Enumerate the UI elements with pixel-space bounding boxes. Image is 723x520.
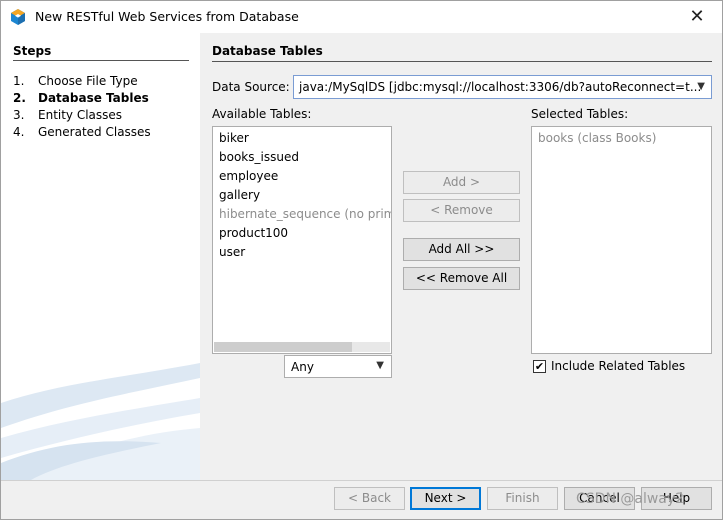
include-related-checkbox[interactable]: ✔ bbox=[533, 360, 546, 373]
list-item[interactable]: books (class Books) bbox=[538, 131, 656, 145]
step-label: Choose File Type bbox=[38, 74, 138, 88]
list-item[interactable]: user bbox=[219, 245, 245, 259]
table-filter-select[interactable]: Any ▼ bbox=[284, 355, 392, 378]
step-item-entity-classes: 3. Entity Classes bbox=[13, 108, 122, 122]
list-item[interactable]: books_issued bbox=[219, 150, 299, 164]
back-button[interactable]: < Back bbox=[334, 487, 405, 510]
watermark-text: CSDN @alway2 bbox=[576, 491, 685, 507]
chevron-down-icon: ▼ bbox=[697, 81, 705, 92]
footer-divider bbox=[1, 480, 722, 481]
netbeans-cube-icon bbox=[9, 8, 27, 26]
step-number: 2. bbox=[13, 91, 26, 105]
steps-panel: Steps 1. Choose File Type 2. Database Tabl… bbox=[1, 33, 200, 480]
chevron-down-icon: ▼ bbox=[376, 360, 384, 371]
next-button[interactable]: Next > bbox=[410, 487, 481, 510]
horizontal-scrollbar[interactable] bbox=[214, 342, 390, 352]
data-source-value: java:/MySqlDS [jdbc:mysql://localhost:33… bbox=[299, 80, 702, 94]
data-source-label: Data Source: bbox=[212, 80, 290, 94]
step-label: Database Tables bbox=[38, 91, 149, 105]
table-filter-value: Any bbox=[291, 360, 314, 374]
page-title: Database Tables bbox=[212, 44, 323, 58]
step-number: 3. bbox=[13, 108, 25, 122]
available-tables-label: Available Tables: bbox=[212, 107, 312, 121]
list-item[interactable]: gallery bbox=[219, 188, 260, 202]
selected-tables-list[interactable]: books (class Books) bbox=[531, 126, 712, 354]
step-number: 1. bbox=[13, 74, 25, 88]
remove-button[interactable]: < Remove bbox=[403, 199, 520, 222]
list-item[interactable]: hibernate_sequence (no primary key) bbox=[219, 207, 391, 221]
checkmark-icon: ✔ bbox=[534, 360, 545, 373]
available-tables-list[interactable]: biker books_issued employee gallery hibe… bbox=[212, 126, 392, 354]
step-label: Generated Classes bbox=[38, 125, 151, 139]
list-item[interactable]: biker bbox=[219, 131, 249, 145]
add-button[interactable]: Add > bbox=[403, 171, 520, 194]
list-item[interactable]: product100 bbox=[219, 226, 288, 240]
remove-all-button[interactable]: << Remove All bbox=[403, 267, 520, 290]
include-related-label[interactable]: Include Related Tables bbox=[551, 359, 685, 373]
add-all-button[interactable]: Add All >> bbox=[403, 238, 520, 261]
data-source-select[interactable]: java:/MySqlDS [jdbc:mysql://localhost:33… bbox=[293, 75, 712, 99]
step-label: Entity Classes bbox=[38, 108, 123, 122]
step-item-generated-classes: 4. Generated Classes bbox=[13, 125, 151, 139]
scrollbar-thumb[interactable] bbox=[214, 342, 352, 352]
step-number: 4. bbox=[13, 125, 25, 139]
dialog-window: New RESTful Web Services from Database ✕… bbox=[0, 0, 723, 520]
title-bar: New RESTful Web Services from Database ✕ bbox=[1, 1, 722, 33]
steps-title: Steps bbox=[13, 44, 52, 58]
step-item-choose-file-type: 1. Choose File Type bbox=[13, 74, 138, 88]
title-divider bbox=[212, 61, 712, 62]
steps-divider bbox=[13, 60, 189, 61]
step-item-database-tables: 2. Database Tables bbox=[13, 91, 149, 105]
decorative-swoosh-graphic bbox=[1, 363, 200, 480]
close-icon[interactable]: ✕ bbox=[686, 6, 708, 28]
finish-button[interactable]: Finish bbox=[487, 487, 558, 510]
selected-tables-label: Selected Tables: bbox=[531, 107, 629, 121]
window-title: New RESTful Web Services from Database bbox=[35, 9, 299, 24]
list-item[interactable]: employee bbox=[219, 169, 278, 183]
